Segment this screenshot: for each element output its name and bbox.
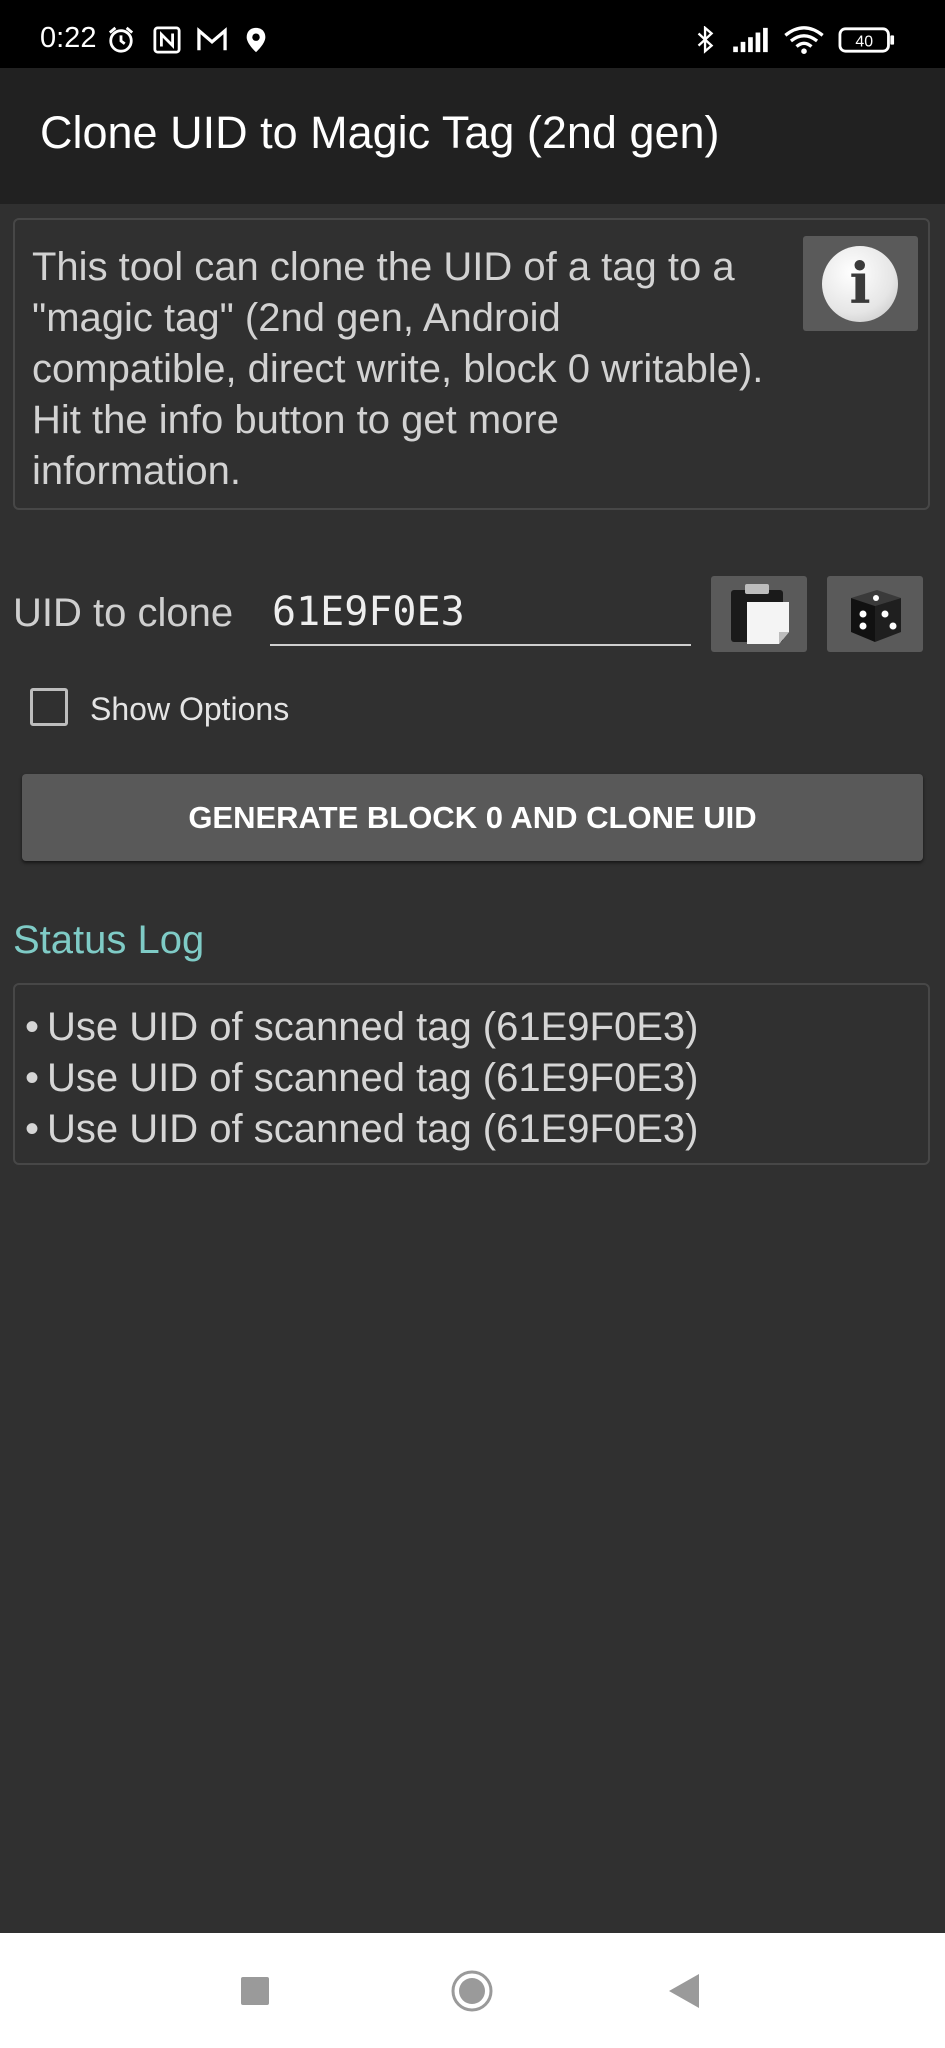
wifi-icon — [784, 26, 824, 54]
bluetooth-icon — [697, 26, 714, 54]
random-uid-button[interactable] — [827, 576, 923, 652]
page-title: Clone UID to Magic Tag (2nd gen) — [40, 107, 720, 158]
status-time: 0:22 — [40, 22, 97, 54]
log-entry-text: Use UID of scanned tag (61E9F0E3) — [47, 1056, 699, 1100]
uid-label: UID to clone — [13, 591, 234, 635]
status-bar: 0:22 40 — [0, 0, 945, 68]
status-log-title: Status Log — [13, 918, 205, 962]
info-text: This tool can clone the UID of a tag to … — [32, 245, 764, 493]
nfc-icon — [153, 26, 181, 54]
dice-icon — [851, 590, 901, 642]
battery-level: 40 — [855, 34, 873, 51]
log-entry-text: Use UID of scanned tag (61E9F0E3) — [47, 1005, 699, 1049]
show-options-label[interactable]: Show Options — [90, 693, 289, 725]
generate-block0-clone-uid-button[interactable]: GENERATE BLOCK 0 AND CLONE UID — [22, 774, 923, 861]
info-box: This tool can clone the UID of a tag to … — [13, 218, 930, 510]
log-entry-text: Use UID of scanned tag (61E9F0E3) — [47, 1107, 699, 1151]
status-log-list: • Use UID of scanned tag (61E9F0E3) • Use … — [25, 1002, 698, 1155]
list-item: • Use UID of scanned tag (61E9F0E3) — [25, 1005, 699, 1049]
location-icon — [246, 27, 266, 53]
app-bar: Clone UID to Magic Tag (2nd gen) — [0, 68, 945, 204]
home-icon[interactable] — [450, 1969, 494, 2013]
back-icon[interactable] — [667, 1972, 701, 2010]
uid-input[interactable] — [270, 580, 691, 646]
gmail-icon — [197, 27, 227, 51]
status-log-box: • Use UID of scanned tag (61E9F0E3) • Use … — [13, 983, 930, 1165]
show-options-checkbox[interactable] — [30, 688, 68, 726]
info-glyph: i — [849, 251, 871, 317]
list-item: • Use UID of scanned tag (61E9F0E3) — [25, 1107, 699, 1151]
nav-bar — [0, 1933, 945, 2048]
paste-clipboard-icon — [731, 584, 789, 644]
info-button[interactable]: i — [803, 236, 918, 331]
battery-icon: 40 — [838, 27, 895, 53]
paste-button[interactable] — [711, 576, 807, 652]
signal-icon — [733, 27, 768, 53]
list-item: • Use UID of scanned tag (61E9F0E3) — [25, 1056, 699, 1100]
recents-icon[interactable] — [241, 1977, 269, 2005]
alarm-icon — [108, 26, 134, 53]
info-icon: i — [822, 246, 898, 322]
